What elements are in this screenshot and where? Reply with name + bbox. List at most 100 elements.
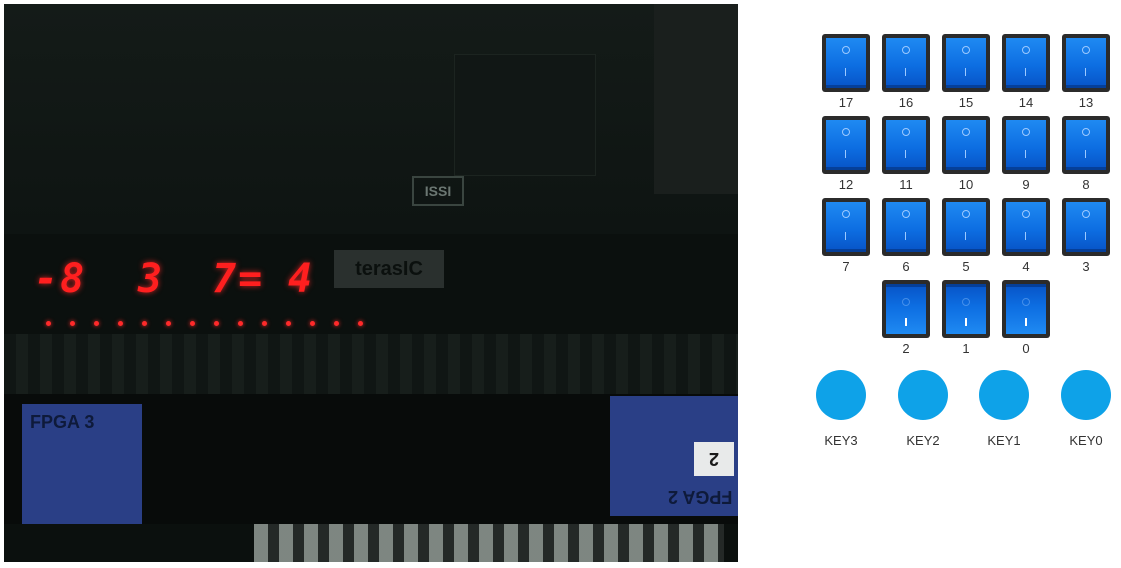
switch-label: 9 [1022,177,1030,192]
switch-sw9[interactable] [1002,116,1050,180]
red-led [118,321,123,326]
switch-sw1[interactable] [942,280,990,344]
switch-sw15[interactable] [942,34,990,98]
switch-label: 13 [1078,95,1094,110]
switch-sw5[interactable] [942,198,990,262]
red-led-row [46,321,386,329]
hex-display-7-6: -8 [34,256,87,302]
switch-label: 17 [838,95,854,110]
camera-feed: ISSI terasIC -8 3 7= 4 FPGA 3 FPGA 2 2 [4,4,738,562]
switch-label: 2 [902,341,910,356]
hex-display-3-2: 7= [212,256,265,302]
key-button-key0[interactable] [1061,370,1111,420]
switch-off-mark-icon [1022,298,1030,306]
switch-off-mark-icon [842,46,850,54]
red-led [214,321,219,326]
key-button-key1[interactable] [979,370,1029,420]
switch-on-mark-icon [965,150,966,158]
switch-off-mark-icon [902,128,910,136]
switch-on-mark-icon [965,68,966,76]
key-label: KEY1 [987,433,1021,448]
red-led [166,321,171,326]
switch-rocker[interactable] [946,284,986,334]
fpga3-label: FPGA 3 [22,404,142,524]
switch-on-mark-icon [845,68,846,76]
switch-off-mark-icon [962,298,970,306]
hex-display-1-0: 4 [288,256,315,302]
switch-sw8[interactable] [1062,116,1110,180]
switch-off-mark-icon [842,128,850,136]
switch-sw13[interactable] [1062,34,1110,98]
switch-on-mark-icon [905,232,906,240]
switch-label: 11 [899,177,913,192]
switch-on-mark-icon [965,232,966,240]
switch-label: 12 [838,177,854,192]
switch-label: 6 [902,259,910,274]
switch-on-mark-icon [1025,318,1027,326]
switch-sw14[interactable] [1002,34,1050,98]
switch-off-mark-icon [1022,210,1030,218]
hex-display-5-4: 3 [138,256,165,302]
switch-sw7[interactable] [822,198,870,262]
board-component [654,4,738,194]
red-led [70,321,75,326]
switch-label: 5 [962,259,970,274]
red-led [286,321,291,326]
switch-sw3[interactable] [1062,198,1110,262]
red-led [94,321,99,326]
switch-on-mark-icon [1025,150,1026,158]
issi-logo: ISSI [412,176,464,206]
switch-on-mark-icon [905,68,906,76]
switch-on-mark-icon [845,232,846,240]
switch-label: 0 [1022,341,1030,356]
switch-label: 3 [1082,259,1090,274]
switch-sw10[interactable] [942,116,990,180]
red-led [46,321,51,326]
switch-label: 4 [1022,259,1030,274]
switch-off-mark-icon [1082,128,1090,136]
fpga-chip [454,54,596,176]
switch-on-mark-icon [1085,68,1086,76]
red-led [142,321,147,326]
switch-label: 16 [898,95,914,110]
switch-sw0[interactable] [1002,280,1050,344]
red-led [262,321,267,326]
switch-sw17[interactable] [822,34,870,98]
switch-on-mark-icon [965,318,967,326]
switch-sw16[interactable] [882,34,930,98]
switch-off-mark-icon [1082,210,1090,218]
switch-on-mark-icon [1025,232,1026,240]
switch-on-mark-icon [845,150,846,158]
switch-label: 14 [1018,95,1034,110]
key-button-key2[interactable] [898,370,948,420]
switch-sw4[interactable] [1002,198,1050,262]
switch-off-mark-icon [962,46,970,54]
switch-sw6[interactable] [882,198,930,262]
switch-off-mark-icon [1022,46,1030,54]
physical-switch-strip [254,524,724,562]
key-label: KEY2 [906,433,940,448]
switch-sw11[interactable] [882,116,930,180]
switch-rocker[interactable] [886,284,926,334]
switch-off-mark-icon [902,46,910,54]
header-pins [4,334,738,394]
switch-off-mark-icon [902,210,910,218]
red-led [190,321,195,326]
switch-on-mark-icon [1025,68,1026,76]
switch-off-mark-icon [842,210,850,218]
switch-rocker[interactable] [1006,284,1046,334]
pcb-background [4,4,738,234]
switch-off-mark-icon [902,298,910,306]
switch-sw12[interactable] [822,116,870,180]
terasic-logo: terasIC [334,250,444,288]
switch-on-mark-icon [905,150,906,158]
key-button-key3[interactable] [816,370,866,420]
switch-off-mark-icon [1022,128,1030,136]
red-led [310,321,315,326]
switch-sw2[interactable] [882,280,930,344]
key-label: KEY0 [1069,433,1103,448]
switch-label: 15 [958,95,974,110]
key-label: KEY3 [824,433,858,448]
switch-off-mark-icon [1082,46,1090,54]
switch-on-mark-icon [1085,232,1086,240]
